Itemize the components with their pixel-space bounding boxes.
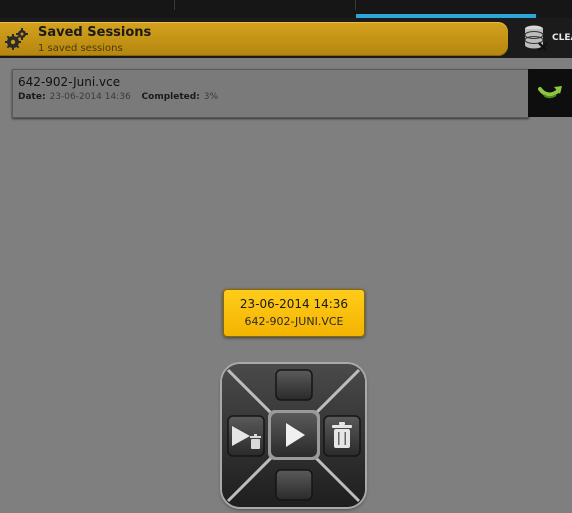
session-meta: Date: 23-06-2014 14:36 Completed: 3% xyxy=(18,92,226,102)
open-session-button[interactable] xyxy=(528,69,572,117)
play-button[interactable] xyxy=(268,410,320,460)
session-tooltip: 23-06-2014 14:36 642-902-JUNI.VCE xyxy=(223,289,365,337)
control-pad xyxy=(222,364,365,507)
tooltip-filename: 642-902-JUNI.VCE xyxy=(244,315,344,328)
tab-1[interactable] xyxy=(0,0,174,18)
reload-icon xyxy=(538,86,562,99)
clear-button[interactable]: CLEA xyxy=(520,20,572,56)
play-and-delete-icon xyxy=(232,426,261,449)
tab-strip xyxy=(0,0,572,18)
pad-up-button[interactable] xyxy=(276,370,312,400)
database-delete-icon xyxy=(524,25,548,52)
delete-button[interactable] xyxy=(324,416,360,456)
date-label: Date: xyxy=(18,92,46,102)
play-and-delete-button[interactable] xyxy=(228,416,264,456)
list-item[interactable]: 642-902-Juni.vce Date: 23-06-2014 14:36 C… xyxy=(12,69,529,118)
session-count: 1 saved sessions xyxy=(38,43,123,54)
header-title-bar: Saved Sessions 1 saved sessions xyxy=(0,22,508,56)
page-title: Saved Sessions xyxy=(38,25,152,40)
tab-2[interactable] xyxy=(175,0,355,18)
tooltip-date: 23-06-2014 14:36 xyxy=(239,297,349,311)
trash-icon xyxy=(332,422,352,448)
header: Saved Sessions 1 saved sessions CLEA xyxy=(0,18,572,58)
session-name: 642-902-Juni.vce xyxy=(18,75,121,89)
completed-value: 3% xyxy=(203,92,219,102)
play-icon xyxy=(286,423,305,447)
clear-label: CLEA xyxy=(552,33,572,43)
date-value: 23-06-2014 14:36 xyxy=(49,92,131,102)
completed-label: Completed: xyxy=(141,92,200,102)
gears-icon xyxy=(5,28,28,50)
pad-down-button[interactable] xyxy=(276,470,312,500)
